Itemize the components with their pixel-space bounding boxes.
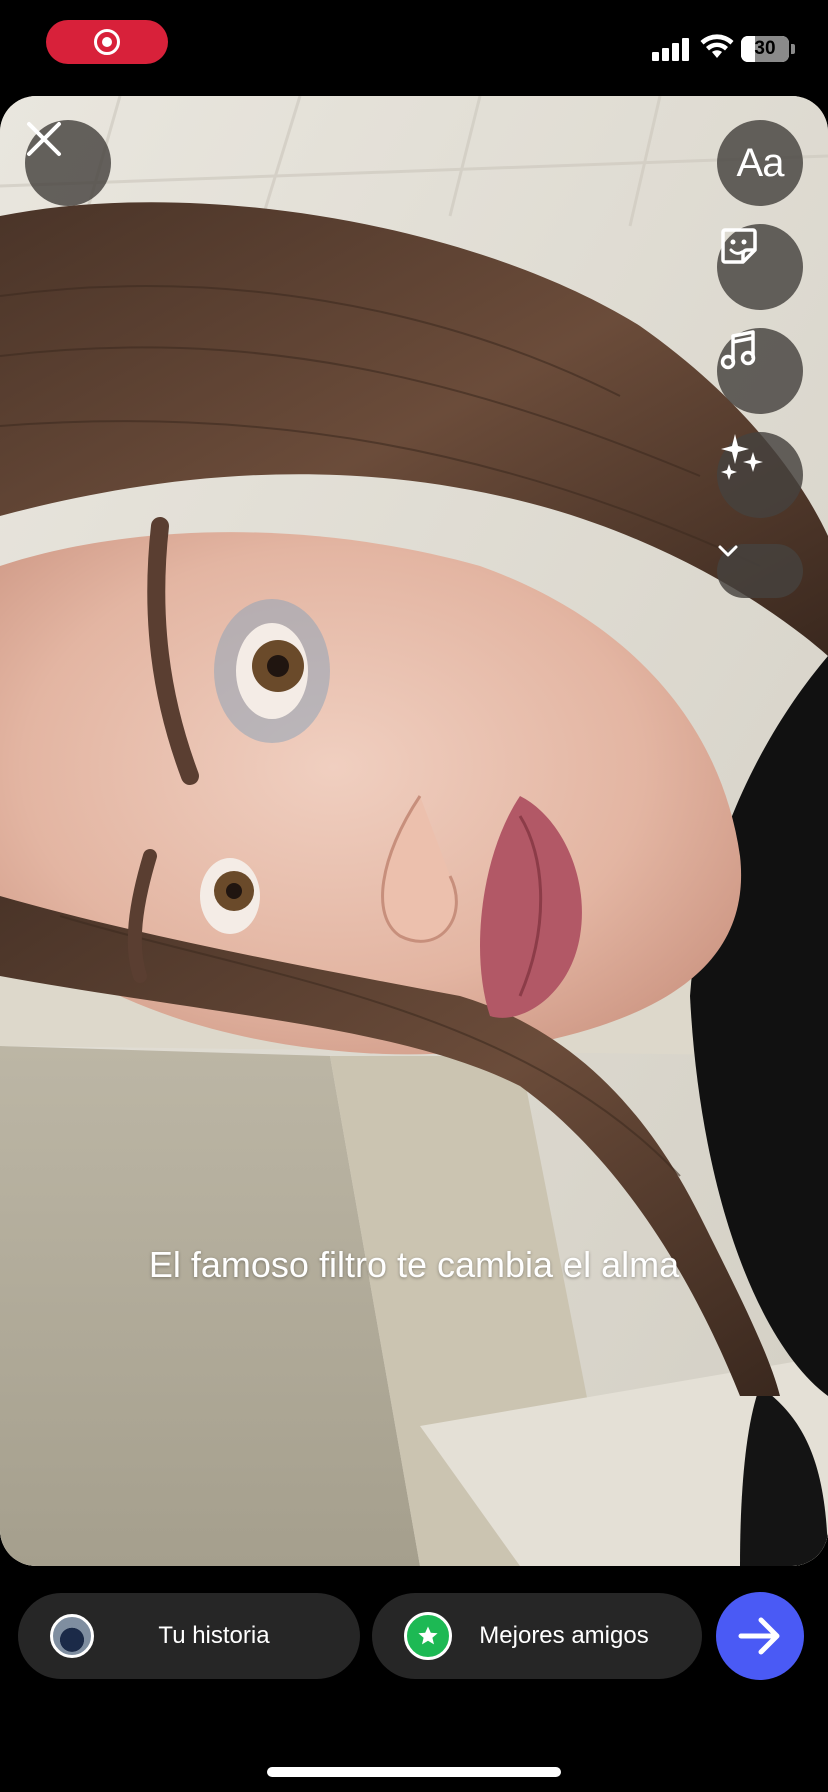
send-button[interactable] (716, 1592, 804, 1680)
text-tool-label: Aa (736, 140, 785, 185)
chevron-down-icon (718, 545, 738, 557)
home-indicator[interactable] (267, 1767, 561, 1777)
status-bar: 30 (0, 0, 828, 90)
sticker-icon (721, 228, 757, 264)
sticker-tool-button[interactable] (717, 224, 803, 310)
close-friends-button[interactable]: Mejores amigos (372, 1593, 702, 1679)
close-friends-label: Mejores amigos (479, 1622, 649, 1649)
story-photo-canvas[interactable]: Aa El famoso filtro te cambia el alma (0, 96, 828, 1566)
arrow-right-icon (738, 1617, 780, 1655)
music-note-icon (720, 330, 756, 370)
star-icon (404, 1612, 452, 1660)
selfie-photo (0, 96, 828, 1566)
battery-level: 30 (754, 38, 776, 59)
record-icon (94, 29, 120, 55)
caption-text[interactable]: El famoso filtro te cambia el alma (120, 1242, 708, 1288)
battery-cap (791, 44, 795, 54)
screen-recording-indicator[interactable] (46, 20, 168, 64)
wifi-icon (700, 34, 734, 58)
battery-indicator: 30 (741, 36, 789, 62)
more-tools-button[interactable] (717, 544, 803, 598)
close-button[interactable] (25, 120, 111, 206)
cellular-signal-icon (652, 37, 690, 61)
effects-tool-button[interactable] (717, 432, 803, 518)
close-icon (27, 122, 61, 156)
text-tool-button[interactable]: Aa (717, 120, 803, 206)
your-story-button[interactable]: Tu historia (18, 1593, 360, 1679)
avatar (50, 1614, 94, 1658)
your-story-label: Tu historia (158, 1622, 270, 1649)
music-tool-button[interactable] (717, 328, 803, 414)
sparkles-icon (721, 434, 763, 480)
